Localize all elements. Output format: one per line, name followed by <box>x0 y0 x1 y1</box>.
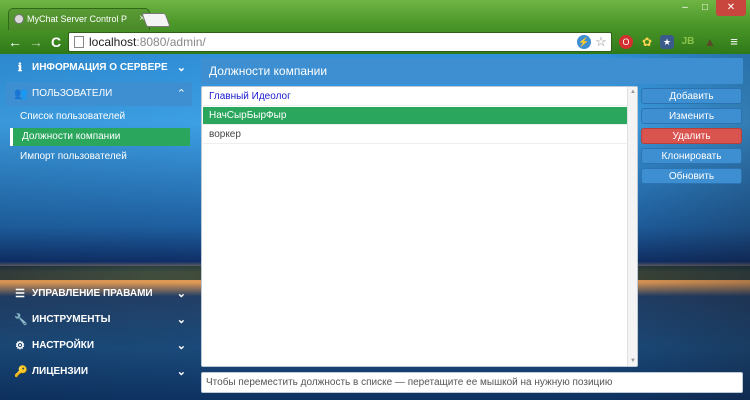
forward-button[interactable]: → <box>28 33 44 51</box>
browser-tab[interactable]: MyChat Server Control P × <box>8 8 150 30</box>
list-item-selected[interactable]: НачСырБырФыр <box>203 107 628 125</box>
positions-list[interactable]: Главный Идеолог НачСырБырФыр воркер ▲ ▼ <box>201 86 638 367</box>
window-minimize-button[interactable]: – <box>676 0 694 16</box>
key-icon: 🔑 <box>14 366 28 378</box>
info-icon: ℹ <box>17 62 23 74</box>
lightning-icon[interactable]: ⚡ <box>577 35 591 49</box>
list-item[interactable]: воркер <box>203 126 628 144</box>
browser-chrome: MyChat Server Control P × – □ ✕ ← → C lo… <box>0 0 750 54</box>
chevron-down-icon: ⌄ <box>176 62 186 74</box>
users-icon: 👥 <box>14 88 28 100</box>
list-item[interactable]: Главный Идеолог <box>203 88 628 106</box>
sidebar-section-rights[interactable]: ☰ УПРАВЛЕНИЕ ПРАВАМИ ⌄ <box>6 282 192 306</box>
drag-hint: Чтобы переместить должность в списке — п… <box>201 372 743 393</box>
sidebar-section-tools[interactable]: 🔧 ИНСТРУМЕНТЫ ⌄ <box>6 308 192 332</box>
url-path: :8080/admin/ <box>136 35 206 49</box>
window-maximize-button[interactable]: □ <box>696 0 714 16</box>
sidebar-section-label: ИНСТРУМЕНТЫ <box>32 314 111 325</box>
sidebar-section-settings[interactable]: ⚙ НАСТРОЙКИ ⌄ <box>6 334 192 358</box>
sidebar-section-label: ИНФОРМАЦИЯ О СЕРВЕРЕ <box>32 62 168 73</box>
browser-toolbar: ← → C localhost:8080/admin/ ⚡ ☆ O ✿ ★ JB… <box>0 30 750 54</box>
scroll-up-icon[interactable]: ▲ <box>628 87 638 97</box>
window-close-button[interactable]: ✕ <box>716 0 746 16</box>
sidebar-section-label: ЛИЦЕНЗИИ <box>32 366 89 377</box>
clone-button[interactable]: Клонировать <box>641 148 742 164</box>
scroll-down-icon[interactable]: ▼ <box>628 356 638 366</box>
back-button[interactable]: ← <box>7 33 23 51</box>
star-badge-icon[interactable]: ★ <box>660 35 674 49</box>
list-scrollbar[interactable]: ▲ ▼ <box>627 87 637 366</box>
url-host: localhost <box>89 35 137 49</box>
chevron-down-icon: ⌄ <box>176 366 186 378</box>
sidebar-item-user-list[interactable]: Список пользователей <box>10 108 190 126</box>
sidebar-section-label: УПРАВЛЕНИЕ ПРАВАМИ <box>32 288 153 299</box>
new-tab-button[interactable] <box>141 13 171 27</box>
page-title: Должности компании <box>201 58 743 84</box>
sidebar-item-import-users[interactable]: Импорт пользователей <box>10 148 190 166</box>
refresh-button[interactable]: Обновить <box>641 168 742 184</box>
opera-icon[interactable]: O <box>619 35 633 49</box>
edit-button[interactable]: Изменить <box>641 108 742 124</box>
add-button[interactable]: Добавить <box>641 88 742 104</box>
wrench-icon: 🔧 <box>14 314 28 326</box>
hat-icon[interactable]: ▲ <box>703 35 717 49</box>
sidebar-section-licenses[interactable]: 🔑 ЛИЦЕНЗИИ ⌄ <box>6 360 192 384</box>
sidebar-section-users[interactable]: 👥 ПОЛЬЗОВАТЕЛИ ⌃ <box>6 82 192 106</box>
list-icon: ☰ <box>15 288 25 300</box>
tab-favicon-icon <box>14 14 24 24</box>
tab-title: MyChat Server Control P <box>27 14 128 24</box>
delete-button[interactable]: Удалить <box>641 128 742 144</box>
sidebar-section-label: НАСТРОЙКИ <box>32 340 95 351</box>
flower-icon[interactable]: ✿ <box>640 35 654 49</box>
tab-strip: MyChat Server Control P × – □ ✕ <box>0 0 750 30</box>
chevron-up-icon: ⌃ <box>176 88 186 100</box>
menu-icon[interactable]: ≡ <box>727 35 741 49</box>
chevron-down-icon: ⌄ <box>176 314 186 326</box>
address-bar[interactable]: localhost:8080/admin/ ⚡ ☆ <box>68 32 612 52</box>
sidebar-item-company-positions[interactable]: Должности компании <box>10 128 190 146</box>
chevron-down-icon: ⌄ <box>176 288 186 300</box>
jb-icon[interactable]: JB <box>681 35 695 49</box>
cogs-icon: ⚙ <box>15 340 25 352</box>
sidebar-section-server-info[interactable]: ℹ ИНФОРМАЦИЯ О СЕРВЕРЕ ⌄ <box>6 56 192 80</box>
url-text[interactable]: localhost:8080/admin/ <box>89 35 206 50</box>
sidebar-section-label: ПОЛЬЗОВАТЕЛИ <box>32 88 113 99</box>
reload-button[interactable]: C <box>48 33 64 51</box>
chevron-down-icon: ⌄ <box>176 340 186 352</box>
bookmark-star-icon[interactable]: ☆ <box>594 35 608 49</box>
admin-page: ℹ ИНФОРМАЦИЯ О СЕРВЕРЕ ⌄ 👥 ПОЛЬЗОВАТЕЛИ … <box>0 54 750 400</box>
page-icon <box>74 36 84 48</box>
